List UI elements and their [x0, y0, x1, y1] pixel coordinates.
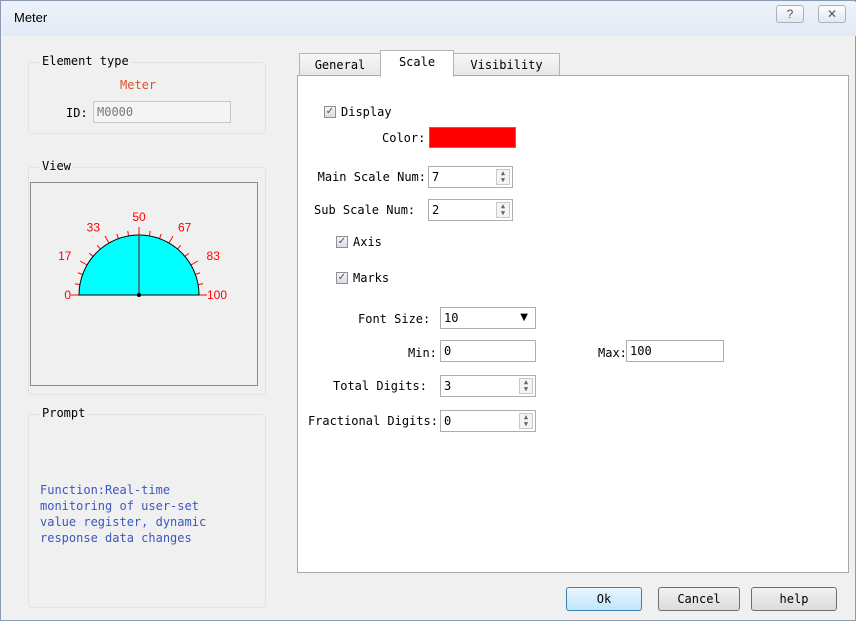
display-label: Display — [341, 105, 392, 119]
meter-minor-tick — [96, 244, 101, 250]
fractional-digits-label-clip: Fractional Digits: — [297, 414, 439, 430]
dropdown-arrow-icon: ▼ — [520, 312, 528, 323]
main-scale-label-clip: Main Scale Num: — [297, 170, 427, 186]
meter-minor-tick — [198, 283, 204, 286]
total-digits-label: Total Digits: — [333, 379, 427, 393]
axis-checkbox[interactable]: ✓ — [336, 236, 348, 248]
font-size-label: Font Size: — [358, 312, 431, 326]
meter-preview-svg: 0 17 33 50 67 83 100 — [58, 210, 227, 302]
sub-scale-input[interactable]: 2 ▲ ▼ — [428, 199, 513, 221]
title-bar — [2, 2, 856, 36]
check-icon: ✓ — [337, 236, 347, 247]
total-digits-spinner[interactable]: ▲ ▼ — [519, 378, 533, 394]
total-digits-value: 3 — [444, 379, 452, 393]
element-type-label: Element type — [40, 54, 131, 68]
element-type-group — [28, 62, 266, 134]
meter-major-tick — [104, 235, 110, 244]
min-input[interactable]: 0 — [440, 340, 536, 362]
marks-checkbox[interactable]: ✓ — [336, 272, 348, 284]
display-checkbox[interactable]: ✓ — [324, 106, 336, 118]
sub-scale-value: 2 — [432, 203, 440, 217]
font-size-select[interactable]: 10 ▼ — [440, 307, 536, 329]
axis-label: Axis — [353, 235, 382, 249]
question-icon: ? — [786, 7, 794, 21]
fractional-digits-input[interactable]: 0 ▲ ▼ — [440, 410, 536, 432]
prompt-line: value register, dynamic — [40, 515, 207, 529]
id-label: ID: — [66, 106, 88, 120]
help-button[interactable]: help — [751, 587, 837, 611]
main-scale-label: Main Scale Num: — [317, 170, 426, 184]
meter-minor-tick — [184, 252, 190, 257]
max-label: Max: — [598, 346, 627, 360]
sub-scale-label: Sub Scale Num: — [314, 203, 416, 217]
window-title: Meter — [14, 10, 48, 25]
meter-minor-tick — [195, 272, 201, 275]
main-scale-input[interactable]: 7 ▲ ▼ — [428, 166, 513, 188]
meter-minor-tick — [148, 230, 151, 236]
view-label: View — [40, 159, 73, 173]
cancel-button[interactable]: Cancel — [658, 587, 740, 611]
check-icon: ✓ — [325, 106, 335, 117]
meter-hub — [137, 293, 141, 297]
id-field[interactable]: M0000 — [93, 101, 231, 123]
fractional-digits-spinner[interactable]: ▲ ▼ — [519, 413, 533, 429]
meter-tick-label: 33 — [87, 220, 101, 234]
min-label: Min: — [408, 346, 437, 360]
prompt-line: response data changes — [40, 531, 192, 545]
tab-visibility[interactable]: Visibility — [453, 53, 560, 77]
meter-tick-label: 100 — [207, 288, 227, 302]
meter-minor-tick — [159, 233, 162, 239]
prompt-text: Function:Real-time monitoring of user-se… — [40, 482, 206, 546]
meter-major-tick — [190, 260, 199, 266]
tab-general[interactable]: General — [299, 53, 381, 77]
meter-tick-label: 0 — [64, 288, 71, 302]
meter-major-tick — [168, 235, 174, 244]
meter-minor-tick — [177, 244, 182, 250]
prompt-line: monitoring of user-set — [40, 499, 199, 513]
ok-button[interactable]: Ok — [566, 587, 642, 611]
marks-label: Marks — [353, 271, 390, 285]
close-caption-button[interactable]: ✕ — [818, 5, 846, 23]
meter-preview: 0 17 33 50 67 83 100 — [30, 182, 258, 386]
fractional-digits-value: 0 — [444, 414, 452, 428]
main-scale-spinner[interactable]: ▲ ▼ — [496, 169, 510, 185]
color-label: Color: — [382, 131, 426, 145]
meter-tick-label: 67 — [178, 220, 192, 234]
meter-tick-label: 83 — [207, 249, 221, 263]
color-swatch[interactable] — [429, 127, 516, 148]
meter-major-tick — [79, 260, 88, 266]
close-icon: ✕ — [826, 7, 838, 21]
meter-minor-tick — [74, 283, 80, 286]
prompt-line: Function:Real-time — [40, 483, 171, 497]
main-scale-value: 7 — [432, 170, 440, 184]
fractional-digits-label: Fractional Digits: — [307, 414, 438, 428]
meter-minor-tick — [77, 272, 83, 275]
meter-minor-tick — [127, 230, 130, 236]
meter-tick-label: 50 — [132, 210, 146, 224]
sub-scale-spinner[interactable]: ▲ ▼ — [496, 202, 510, 218]
max-input[interactable]: 100 — [626, 340, 724, 362]
total-digits-input[interactable]: 3 ▲ ▼ — [440, 375, 536, 397]
check-icon: ✓ — [337, 272, 347, 283]
help-caption-button[interactable]: ? — [776, 5, 804, 23]
tab-scale[interactable]: Scale — [380, 50, 454, 77]
prompt-label: Prompt — [40, 406, 88, 420]
element-type-name: Meter — [120, 78, 157, 92]
meter-minor-tick — [116, 233, 119, 239]
meter-minor-tick — [88, 252, 94, 257]
font-size-value: 10 — [444, 311, 459, 325]
meter-tick-label: 17 — [58, 249, 72, 263]
